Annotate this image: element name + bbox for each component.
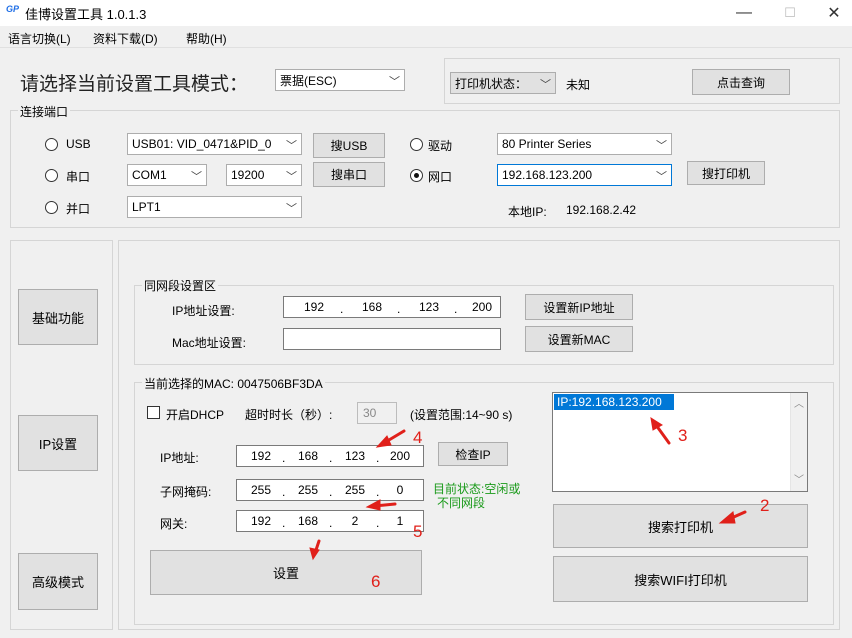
annotation-6: 6 bbox=[371, 572, 381, 591]
annotation-arrowhead-2 bbox=[718, 511, 736, 524]
annotation-4: 4 bbox=[413, 428, 423, 447]
annotation-5: 5 bbox=[413, 522, 423, 541]
annotation-layer bbox=[309, 416, 747, 561]
annotation-arrowhead-5 bbox=[365, 499, 381, 511]
annotation-arrowhead-4 bbox=[375, 435, 392, 448]
annotation-3: 3 bbox=[678, 426, 688, 445]
annotation-arrowhead-6 bbox=[309, 547, 320, 561]
annotation-arrowhead-3 bbox=[650, 416, 663, 431]
annotation-2: 2 bbox=[760, 496, 770, 515]
